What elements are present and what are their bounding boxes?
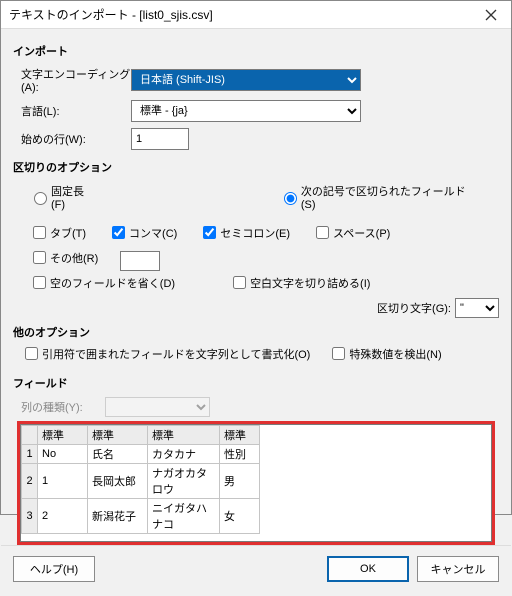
cell[interactable]: 長岡太郎 <box>88 464 148 499</box>
coltype-select <box>105 397 210 417</box>
dialog-window: テキストのインポート - [list0_sjis.csv] インポート 文字エン… <box>0 0 512 515</box>
preview-highlight: 標準 標準 標準 標準 1 No 氏名 カタカナ 性別 2 1 <box>17 421 495 545</box>
cell[interactable]: 女 <box>220 499 260 534</box>
ok-button-label: OK <box>360 563 376 575</box>
delimited-text: 次の記号で区切られたフィールド(S) <box>301 183 477 211</box>
quote-label: 区切り文字(G): <box>377 300 451 316</box>
col-header[interactable]: 標準 <box>148 426 220 445</box>
content-area: インポート 文字エンコーディング(A): 日本語 (Shift-JIS) 言語(… <box>1 29 511 545</box>
fixed-width-radio-label[interactable]: 固定長(F) <box>29 183 97 211</box>
preview-pane[interactable]: 標準 標準 標準 標準 1 No 氏名 カタカナ 性別 2 1 <box>20 424 492 542</box>
cell[interactable]: ニイガタハナコ <box>148 499 220 534</box>
tab-check[interactable] <box>33 226 46 239</box>
delim-heading: 区切りのオプション <box>13 159 499 175</box>
help-button[interactable]: ヘルプ(H) <box>13 556 95 582</box>
space-check-label[interactable]: スペース(P) <box>312 223 390 242</box>
row-number: 1 <box>22 445 38 464</box>
language-select[interactable]: 標準 - {ja} <box>131 100 361 122</box>
language-label: 言語(L): <box>21 103 131 119</box>
semicolon-text: セミコロン(E) <box>220 225 290 241</box>
tab-check-label[interactable]: タブ(T) <box>29 223 86 242</box>
preview-table: 標準 標準 標準 標準 1 No 氏名 カタカナ 性別 2 1 <box>21 425 260 534</box>
cell[interactable]: No <box>38 445 88 464</box>
space-text: スペース(P) <box>333 225 390 241</box>
cell[interactable]: 2 <box>38 499 88 534</box>
encoding-select[interactable]: 日本語 (Shift-JIS) <box>131 69 361 91</box>
quote-select[interactable]: " <box>455 298 499 318</box>
startrow-input[interactable] <box>131 128 189 150</box>
titlebar: テキストのインポート - [list0_sjis.csv] <box>1 1 511 29</box>
table-row: 2 1 長岡太郎 ナガオカタロウ 男 <box>22 464 260 499</box>
table-row: 3 2 新潟花子 ニイガタハナコ 女 <box>22 499 260 534</box>
cell[interactable]: 氏名 <box>88 445 148 464</box>
encoding-label: 文字エンコーディング(A): <box>21 66 131 94</box>
fixed-width-radio[interactable] <box>34 192 47 205</box>
cell[interactable]: 1 <box>38 464 88 499</box>
fields-heading: フィールド <box>13 375 499 391</box>
table-row: 1 No 氏名 カタカナ 性別 <box>22 445 260 464</box>
comma-check-label[interactable]: コンマ(C) <box>108 223 177 242</box>
quoted-as-text-text: 引用符で囲まれたフィールドを文字列として書式化(O) <box>42 346 310 362</box>
trim-check-label[interactable]: 空白文字を切り詰める(I) <box>229 273 370 292</box>
row-number: 2 <box>22 464 38 499</box>
comma-text: コンマ(C) <box>129 225 177 241</box>
footer: ヘルプ(H) OK キャンセル <box>1 545 511 596</box>
delimited-radio[interactable] <box>284 192 297 205</box>
corner-cell <box>22 426 38 445</box>
semicolon-check-label[interactable]: セミコロン(E) <box>199 223 290 242</box>
col-header[interactable]: 標準 <box>220 426 260 445</box>
close-button[interactable] <box>471 1 511 29</box>
trim-text: 空白文字を切り詰める(I) <box>250 275 370 291</box>
close-icon <box>485 9 497 21</box>
preview-header-row: 標準 標準 標準 標準 <box>22 426 260 445</box>
other-heading: 他のオプション <box>13 324 499 340</box>
cell[interactable]: 新潟花子 <box>88 499 148 534</box>
col-header[interactable]: 標準 <box>88 426 148 445</box>
import-heading: インポート <box>13 43 499 59</box>
quoted-as-text-label[interactable]: 引用符で囲まれたフィールドを文字列として書式化(O) <box>21 344 310 363</box>
delimited-radio-label[interactable]: 次の記号で区切られたフィールド(S) <box>279 183 477 211</box>
merge-check-label[interactable]: 空のフィールドを省く(D) <box>29 273 175 292</box>
cell[interactable]: 性別 <box>220 445 260 464</box>
col-header[interactable]: 標準 <box>38 426 88 445</box>
window-title: テキストのインポート - [list0_sjis.csv] <box>9 6 213 23</box>
merge-text: 空のフィールドを省く(D) <box>50 275 175 291</box>
help-button-label: ヘルプ(H) <box>30 561 78 577</box>
startrow-label: 始めの行(W): <box>21 131 131 147</box>
fixed-width-text: 固定長(F) <box>51 183 97 211</box>
detect-special-check[interactable] <box>332 347 345 360</box>
comma-check[interactable] <box>112 226 125 239</box>
cancel-button[interactable]: キャンセル <box>417 556 499 582</box>
merge-check[interactable] <box>33 276 46 289</box>
other-delim-input[interactable] <box>120 251 160 271</box>
other-check-label[interactable]: その他(R) <box>29 248 98 267</box>
other-text: その他(R) <box>50 250 98 266</box>
quoted-as-text-check[interactable] <box>25 347 38 360</box>
ok-button[interactable]: OK <box>327 556 409 582</box>
semicolon-check[interactable] <box>203 226 216 239</box>
cell[interactable]: ナガオカタロウ <box>148 464 220 499</box>
cell[interactable]: 男 <box>220 464 260 499</box>
space-check[interactable] <box>316 226 329 239</box>
other-check[interactable] <box>33 251 46 264</box>
detect-special-label[interactable]: 特殊数値を検出(N) <box>328 344 441 363</box>
tab-text: タブ(T) <box>50 225 86 241</box>
coltype-label: 列の種類(Y): <box>21 399 105 415</box>
detect-special-text: 特殊数値を検出(N) <box>349 346 441 362</box>
row-number: 3 <box>22 499 38 534</box>
cell[interactable]: カタカナ <box>148 445 220 464</box>
cancel-button-label: キャンセル <box>431 561 486 577</box>
trim-check[interactable] <box>233 276 246 289</box>
